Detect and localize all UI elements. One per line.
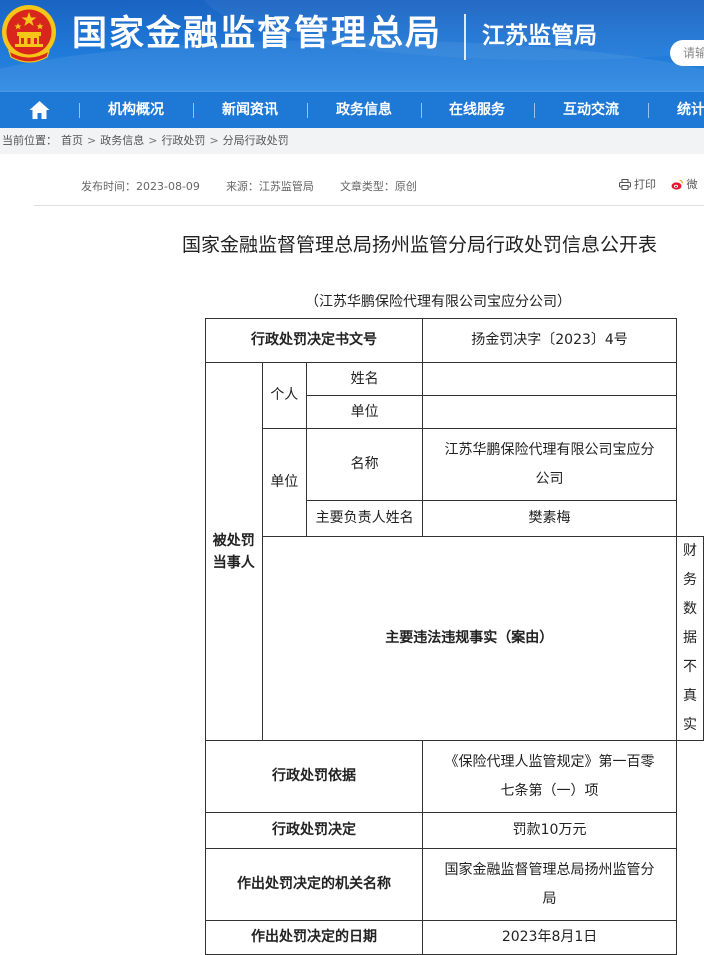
branch-name[interactable]: 江苏监管局 (482, 18, 597, 54)
authority-line: 局 (542, 890, 557, 907)
publish-time: 发布时间：2023-08-09 (81, 180, 200, 193)
weibo-icon (671, 179, 683, 190)
breadcrumb-government-info[interactable]: 政务信息 (100, 134, 144, 147)
breadcrumb-separator: > (209, 134, 219, 147)
table-row: 作出处罚决定的日期 2023年8月1日 (204, 920, 704, 955)
individual-label: 个人 (261, 362, 308, 429)
meta-divider (34, 205, 704, 206)
main-nav: 机构概况 新闻资讯 政务信息 在线服务 互动交流 统计 (0, 91, 704, 129)
principal-label: 主要负责人姓名 (306, 500, 424, 537)
nav-item-online-service[interactable]: 在线服务 (449, 92, 505, 129)
nav-separator (79, 103, 80, 118)
basis-line: 《保险代理人监管规定》第一百零 (444, 753, 655, 770)
site-header: 国家金融监督管理总局 江苏监管局 请输 (0, 0, 704, 91)
breadcrumb: 当前位置： 首页 > 政务信息 > 行政处罚 > 分局行政处罚 (0, 128, 704, 154)
nav-separator (307, 103, 308, 118)
nav-item-about[interactable]: 机构概况 (108, 92, 164, 129)
facts-label: 主要违法违规事实（案由） (261, 536, 677, 741)
nav-item-government-info[interactable]: 政务信息 (336, 92, 392, 129)
basis-label: 行政处罚依据 (204, 740, 424, 813)
authority-value: 国家金融监督管理总局扬州监管分 局 (422, 848, 677, 921)
decision-no-value: 扬金罚决字〔2023〕4号 (422, 318, 677, 363)
home-icon[interactable] (29, 100, 50, 120)
basis-value: 《保险代理人监管规定》第一百零 七条第（一）项 (422, 740, 677, 813)
nav-separator (421, 103, 422, 118)
weibo-label: 微 (686, 178, 698, 191)
decision-label: 行政处罚决定 (204, 812, 424, 849)
name-value (422, 362, 677, 396)
table-row: 单位 名称 江苏华鹏保险代理有限公司宝应分 公司 (206, 428, 704, 537)
party-label-line: 当事人 (212, 554, 255, 571)
authority-label: 作出处罚决定的机关名称 (204, 848, 424, 921)
table-row: 行政处罚决定 罚款10万元 (204, 812, 704, 849)
print-label: 打印 (634, 178, 656, 191)
table-row: 被处罚 当事人 个人 姓名 (205, 362, 704, 741)
principal-value: 樊素梅 (422, 500, 677, 537)
article-type: 文章类型：原创 (339, 180, 417, 193)
date-label: 作出处罚决定的日期 (204, 920, 424, 955)
breadcrumb-home[interactable]: 首页 (61, 134, 83, 147)
party-caption: （江苏华鹏保险代理有限公司宝应分公司） (305, 294, 571, 310)
authority-line: 国家金融监督管理总局扬州监管分 (444, 861, 655, 878)
print-button[interactable]: 打印 (619, 176, 656, 192)
nav-separator (193, 103, 194, 118)
title-divider (464, 14, 466, 60)
penalty-info-table: 行政处罚决定书文号 扬金罚决字〔2023〕4号 被处罚 当事人 个人 姓名 单位… (204, 318, 704, 955)
article-title: 国家金融监督管理总局扬州监管分局行政处罚信息公开表 (182, 234, 658, 256)
printer-icon (619, 179, 631, 190)
site-title[interactable]: 国家金融监督管理总局 (72, 10, 442, 58)
nav-separator (648, 103, 649, 118)
nav-item-news[interactable]: 新闻资讯 (222, 92, 278, 129)
work-unit-value (422, 395, 677, 429)
basis-line: 七条第（一）项 (500, 782, 599, 799)
table-row: 行政处罚决定书文号 扬金罚决字〔2023〕4号 (204, 318, 704, 363)
breadcrumb-label: 当前位置： (2, 134, 57, 147)
table-row: 行政处罚依据 《保险代理人监管规定》第一百零 七条第（一）项 (204, 740, 704, 813)
breadcrumb-branch-penalty[interactable]: 分局行政处罚 (223, 134, 289, 147)
nav-item-interaction[interactable]: 互动交流 (563, 92, 619, 129)
date-value: 2023年8月1日 (422, 920, 677, 955)
decision-no-label: 行政处罚决定书文号 (204, 318, 424, 363)
nav-item-statistics[interactable]: 统计 (677, 92, 704, 129)
decision-value: 罚款10万元 (422, 812, 677, 849)
facts-value: 财务数据不真实 (676, 536, 704, 741)
entity-name-line: 公司 (535, 470, 564, 487)
article-source: 来源：江苏监管局 (225, 180, 314, 193)
article-meta: 发布时间：2023-08-09 来源：江苏监管局 文章类型：原创 (81, 178, 443, 194)
weibo-share-button[interactable]: 微 (670, 176, 698, 192)
table-row: 作出处罚决定的机关名称 国家金融监督管理总局扬州监管分 局 (204, 848, 704, 921)
search-input[interactable]: 请输 (670, 40, 704, 66)
breadcrumb-separator: > (148, 134, 158, 147)
article-tools: 打印 微 (619, 176, 704, 192)
entity-name-value: 江苏华鹏保险代理有限公司宝应分 公司 (422, 428, 677, 501)
party-label-line: 被处罚 (212, 532, 255, 549)
entity-name-line: 江苏华鹏保险代理有限公司宝应分 (444, 441, 655, 458)
entity-name-label: 名称 (306, 428, 424, 501)
breadcrumb-separator: > (87, 134, 97, 147)
name-label: 姓名 (306, 362, 424, 396)
national-emblem-icon[interactable] (1, 3, 57, 65)
party-label: 被处罚 当事人 (205, 362, 263, 741)
work-unit-label: 单位 (306, 395, 424, 429)
breadcrumb-penalty[interactable]: 行政处罚 (161, 134, 205, 147)
entity-label: 单位 (261, 428, 308, 537)
nav-separator (534, 103, 535, 118)
table-row: 主要违法违规事实（案由） 财务数据不真实 (206, 536, 704, 741)
